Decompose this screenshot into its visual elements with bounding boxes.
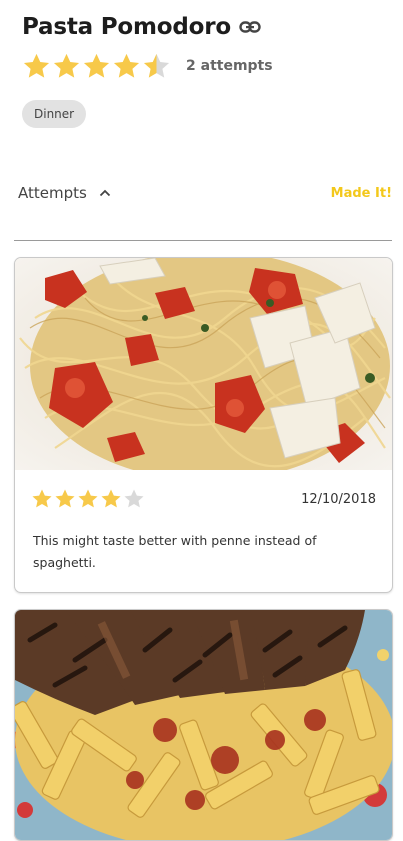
- link-icon[interactable]: [239, 20, 263, 34]
- star-icon: [124, 489, 144, 508]
- attempt-photo: [15, 610, 392, 840]
- attempts-section-header: Attempts Made It!: [14, 178, 392, 241]
- attempt-meta: 12/10/2018: [15, 470, 392, 528]
- attempt-card[interactable]: 12/10/2018 This might taste better with …: [14, 257, 393, 593]
- attempts-toggle[interactable]: Attempts: [18, 184, 111, 202]
- attempt-date: 12/10/2018: [301, 491, 376, 507]
- star-icon: [53, 53, 80, 78]
- attempt-photo: [15, 258, 392, 470]
- star-icon: [55, 489, 75, 508]
- recipe-stars: [22, 52, 172, 81]
- recipe-header: Pasta Pomodoro 2 attempts Dinner: [22, 14, 393, 128]
- attempt-card[interactable]: [14, 609, 393, 841]
- attempts-count: 2 attempts: [186, 58, 273, 74]
- recipe-rating: 2 attempts: [22, 50, 393, 82]
- star-icon: [78, 489, 98, 508]
- attempts-label: Attempts: [18, 184, 87, 202]
- star-icon: [32, 489, 52, 508]
- attempt-note: This might taste better with penne inste…: [33, 533, 317, 570]
- recipe-title: Pasta Pomodoro: [22, 14, 232, 40]
- star-icon: [83, 53, 110, 78]
- star-icon: [143, 53, 170, 78]
- made-it-button[interactable]: Made It!: [331, 186, 392, 201]
- star-icon: [23, 53, 50, 78]
- star-icon: [101, 489, 121, 508]
- title-row: Pasta Pomodoro: [22, 14, 393, 40]
- star-icon: [113, 53, 140, 78]
- tag-dinner[interactable]: Dinner: [22, 100, 87, 128]
- attempt-rating: [31, 488, 146, 510]
- chevron-up-icon: [99, 189, 110, 197]
